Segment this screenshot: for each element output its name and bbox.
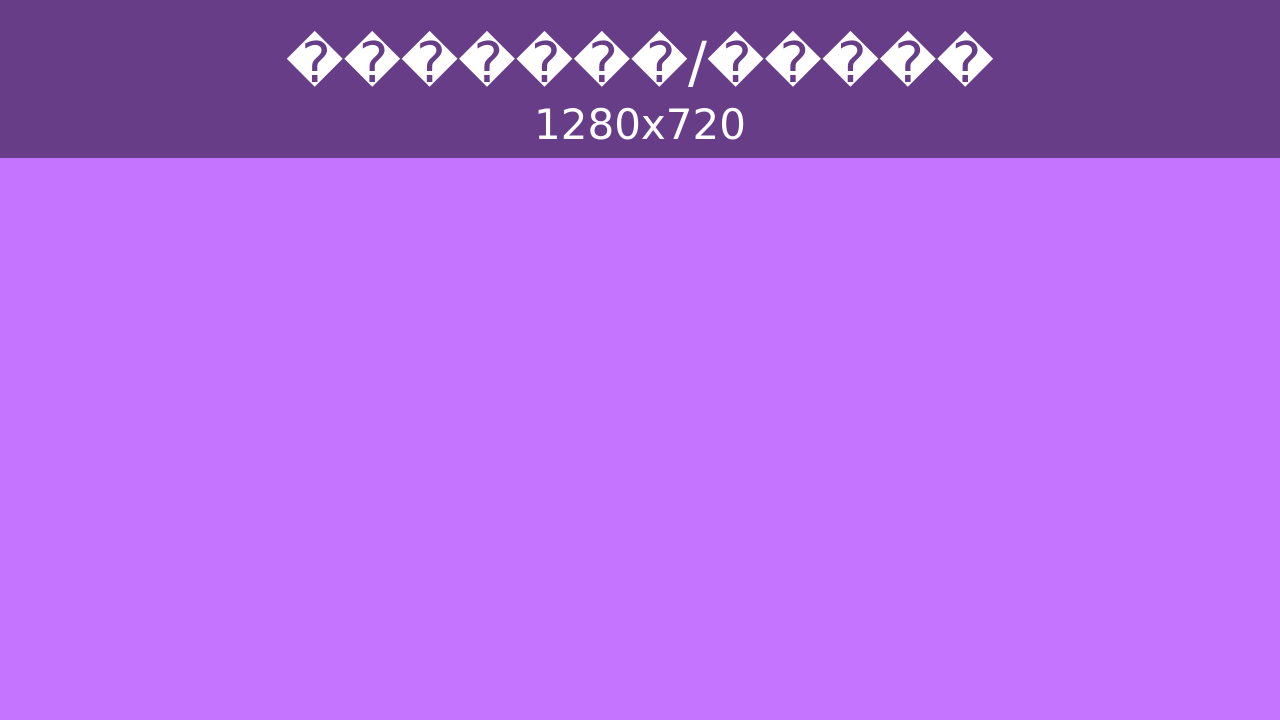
placeholder-title: �������/����� [286, 31, 994, 96]
placeholder-content-area [0, 158, 1280, 720]
header-banner: �������/����� 1280x720 [0, 0, 1280, 158]
dimension-label: 1280x720 [534, 100, 746, 149]
placeholder-screen: �������/����� 1280x720 [0, 0, 1280, 720]
